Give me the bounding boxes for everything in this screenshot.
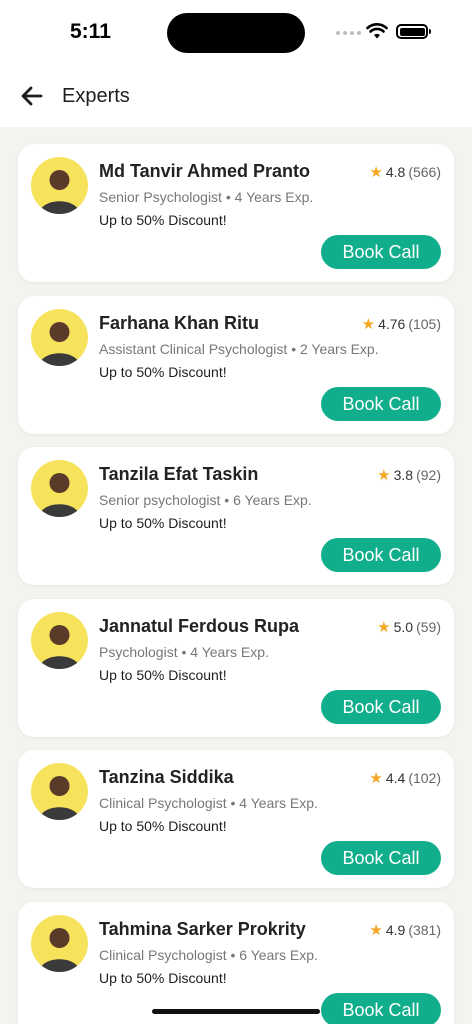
expert-experience: 4 Years Exp. (190, 644, 269, 660)
avatar (31, 309, 88, 366)
page-title: Experts (62, 85, 130, 107)
expert-card[interactable]: Md Tanvir Ahmed Pranto ★ 4.8 (566) Senio… (18, 144, 454, 282)
expert-card[interactable]: Tahmina Sarker Prokrity ★ 4.9 (381) Clin… (18, 902, 454, 1024)
separator: • (225, 189, 231, 205)
discount-text: Up to 50% Discount! (99, 970, 227, 986)
expert-experience: 4 Years Exp. (239, 795, 318, 811)
expert-meta: Clinical Psychologist • 6 Years Exp. (99, 947, 318, 963)
expert-meta: Assistant Clinical Psychologist • 2 Year… (99, 341, 379, 357)
home-indicator (152, 1009, 320, 1014)
expert-rating: ★ 5.0 (59) (377, 618, 441, 636)
discount-text: Up to 50% Discount! (99, 818, 227, 834)
star-icon: ★ (369, 770, 383, 787)
discount-text: Up to 50% Discount! (99, 515, 227, 531)
status-time: 5:11 (70, 20, 111, 43)
discount-text: Up to 50% Discount! (99, 212, 227, 228)
separator: • (230, 947, 236, 963)
review-count: (92) (416, 467, 441, 483)
separator: • (230, 795, 236, 811)
review-count: (102) (408, 770, 441, 786)
signal-dots-icon (336, 31, 361, 35)
expert-rating: ★ 4.76 (105) (362, 315, 441, 333)
expert-title: Senior Psychologist (99, 189, 222, 205)
expert-experience: 2 Years Exp. (299, 341, 379, 357)
expert-title: Clinical Psychologist (99, 795, 227, 811)
expert-meta: Psychologist • 4 Years Exp. (99, 644, 269, 660)
expert-meta: Senior Psychologist • 4 Years Exp. (99, 189, 313, 205)
rating-value: 4.9 (385, 922, 406, 938)
expert-card[interactable]: Tanzila Efat Taskin ★ 3.8 (92) Senior ps… (18, 447, 454, 585)
book-call-button[interactable]: Book Call (321, 538, 441, 572)
expert-experience: 6 Years Exp. (233, 492, 312, 508)
top-bar: 5:11 Experts (0, 0, 472, 127)
back-arrow-icon[interactable] (20, 85, 44, 107)
avatar (31, 612, 88, 669)
expert-meta: Senior psychologist • 6 Years Exp. (99, 492, 312, 508)
book-call-button[interactable]: Book Call (321, 993, 441, 1024)
expert-meta: Clinical Psychologist • 4 Years Exp. (99, 795, 318, 811)
review-count: (566) (408, 164, 441, 180)
rating-value: 3.8 (393, 467, 414, 483)
expert-experience: 4 Years Exp. (234, 189, 314, 205)
separator: • (291, 341, 297, 357)
avatar (31, 763, 88, 820)
discount-text: Up to 50% Discount! (99, 667, 227, 683)
discount-text: Up to 50% Discount! (99, 364, 227, 380)
star-icon: ★ (361, 316, 376, 333)
expert-rating: ★ 3.8 (92) (377, 466, 441, 484)
avatar (31, 157, 88, 214)
expert-rating: ★ 4.9 (381) (369, 921, 441, 939)
expert-experience: 6 Years Exp. (239, 947, 318, 963)
expert-name: Tanzina Siddika (99, 767, 234, 787)
star-icon: ★ (377, 619, 391, 636)
expert-title: Assistant Clinical Psychologist (99, 341, 288, 357)
review-count: (381) (408, 922, 441, 938)
expert-title: Clinical Psychologist (99, 947, 227, 963)
star-icon: ★ (369, 164, 383, 181)
review-count: (59) (416, 619, 441, 635)
rating-value: 4.76 (378, 316, 406, 332)
rating-value: 4.8 (385, 164, 406, 180)
expert-card[interactable]: Jannatul Ferdous Rupa ★ 5.0 (59) Psychol… (18, 599, 454, 737)
rating-value: 5.0 (393, 619, 414, 635)
expert-name: Tanzila Efat Taskin (99, 464, 259, 484)
battery-icon (396, 24, 431, 39)
book-call-button[interactable]: Book Call (321, 690, 441, 724)
expert-name: Jannatul Ferdous Rupa (99, 616, 300, 636)
wifi-icon (366, 23, 388, 39)
expert-rating: ★ 4.8 (566) (369, 163, 441, 181)
avatar (31, 460, 88, 517)
star-icon: ★ (377, 467, 391, 484)
book-call-button[interactable]: Book Call (321, 235, 441, 269)
book-call-button[interactable]: Book Call (321, 387, 441, 421)
expert-name: Md Tanvir Ahmed Pranto (99, 161, 311, 181)
separator: • (181, 644, 187, 660)
dynamic-island (167, 13, 305, 53)
rating-value: 4.4 (385, 770, 406, 786)
avatar (31, 915, 88, 972)
expert-name: Farhana Khan Ritu (99, 313, 260, 333)
star-icon: ★ (369, 922, 383, 939)
review-count: (105) (408, 316, 441, 332)
expert-title: Psychologist (99, 644, 178, 660)
expert-rating: ★ 4.4 (102) (369, 769, 441, 787)
expert-card[interactable]: Farhana Khan Ritu ★ 4.76 (105) Assistant… (18, 296, 454, 434)
expert-name: Tahmina Sarker Prokrity (99, 919, 306, 939)
separator: • (224, 492, 230, 508)
book-call-button[interactable]: Book Call (321, 841, 441, 875)
expert-title: Senior psychologist (99, 492, 221, 508)
expert-card[interactable]: Tanzina Siddika ★ 4.4 (102) Clinical Psy… (18, 750, 454, 888)
